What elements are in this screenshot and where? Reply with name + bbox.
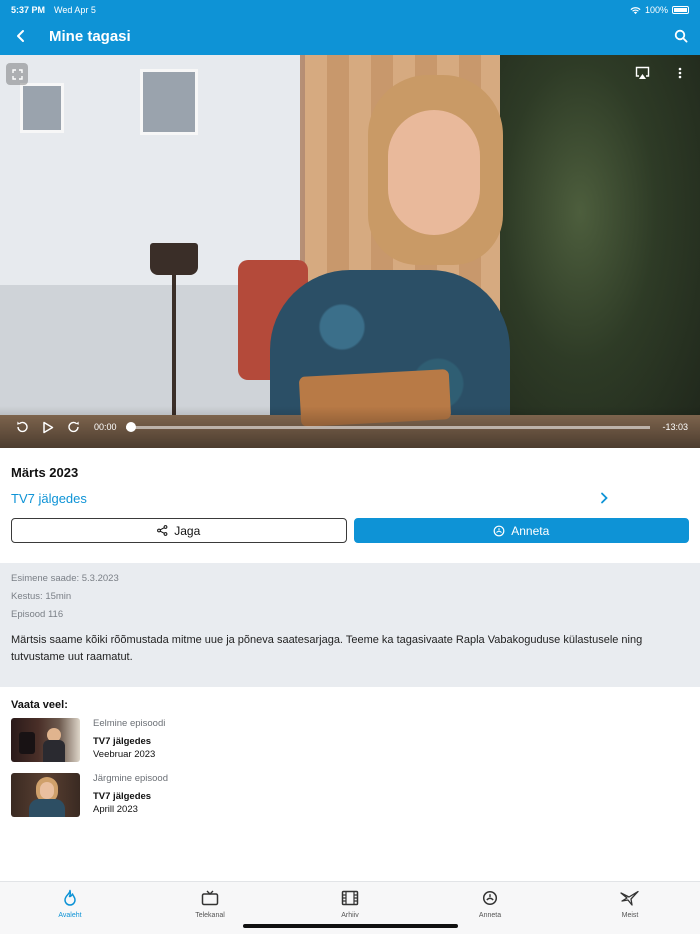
status-time: 5:37 PM <box>11 5 46 15</box>
episode-kind: Järgmine episood <box>93 773 168 784</box>
episode-month: Aprill 2023 <box>93 804 138 815</box>
tab-label: Anneta <box>478 912 502 919</box>
more-vertical-icon <box>678 67 682 79</box>
rewind-button[interactable] <box>12 417 32 437</box>
next-episode[interactable]: Järgmine episood TV7 jälgedes Aprill 202… <box>11 773 411 819</box>
episode-description: Märtsis saame kõiki rõõmustada mitme uue… <box>11 634 643 663</box>
status-right: 100% <box>630 5 689 15</box>
video-frame-face <box>388 110 480 235</box>
app-header: 5:37 PM Wed Apr 5 100% Mine tagasi <box>0 0 700 55</box>
episode-kind: Eelmine episoodi <box>93 718 166 729</box>
airplay-button[interactable] <box>632 63 652 83</box>
tab-avaleht[interactable]: Avaleht <box>0 882 140 934</box>
tab-label: Telekanal <box>195 912 225 919</box>
fullscreen-icon <box>11 68 23 80</box>
action-buttons: Jaga Anneta <box>11 518 689 543</box>
search-icon <box>674 29 688 43</box>
forward-button[interactable] <box>64 417 84 437</box>
donate-icon <box>480 888 500 908</box>
chevron-right-icon <box>597 491 611 505</box>
tab-label: Avaleht <box>58 912 82 919</box>
rewind-icon <box>17 421 28 433</box>
episode-thumbnail <box>11 773 80 817</box>
duration: Kestus: 15min <box>11 591 72 602</box>
search-button[interactable] <box>670 25 692 47</box>
video-frame-window <box>20 83 64 133</box>
tab-label: Meist <box>621 912 639 919</box>
remaining-time: -13:03 <box>662 422 688 432</box>
video-player[interactable]: 00:00 -13:03 <box>0 55 700 448</box>
series-link-row[interactable]: TV7 jälgedes <box>11 488 611 508</box>
home-indicator <box>243 924 458 928</box>
episode-thumbnail <box>11 718 80 762</box>
flame-icon <box>60 888 80 908</box>
video-frame-plants <box>500 55 700 448</box>
forward-icon <box>68 421 79 433</box>
progress-knob[interactable] <box>126 422 136 432</box>
share-label: Jaga <box>174 523 201 538</box>
video-top-controls <box>632 63 690 83</box>
share-icon <box>157 525 168 536</box>
next-episode-text: Järgmine episood TV7 jälgedes Aprill 202… <box>93 773 168 819</box>
series-link[interactable]: TV7 jälgedes <box>11 491 87 506</box>
play-icon <box>43 421 54 433</box>
film-icon <box>340 888 360 908</box>
battery-icon <box>672 6 689 14</box>
current-time: 00:00 <box>94 422 117 432</box>
video-frame-window <box>140 69 198 135</box>
previous-episode-text: Eelmine episoodi TV7 jälgedes Veebruar 2… <box>93 718 165 764</box>
donate-label: Anneta <box>511 523 550 538</box>
wifi-icon <box>630 6 641 14</box>
status-bar: 5:37 PM Wed Apr 5 100% <box>11 4 689 16</box>
fullscreen-button[interactable] <box>6 63 28 85</box>
tab-meist[interactable]: Meist <box>560 882 700 934</box>
share-button[interactable]: Jaga <box>11 518 347 543</box>
episode-title: Märts 2023 <box>11 465 79 480</box>
progress-bar[interactable] <box>126 422 650 432</box>
bird-icon <box>620 888 640 908</box>
episode-series: TV7 jälgedes <box>93 791 152 802</box>
more-options-button[interactable] <box>670 63 690 83</box>
nav-bar: Mine tagasi <box>0 24 700 48</box>
airplay-icon <box>635 66 649 79</box>
play-button[interactable] <box>38 417 58 437</box>
episode-month: Veebruar 2023 <box>93 749 156 760</box>
battery-percent: 100% <box>644 5 668 15</box>
video-frame-lamp <box>150 243 198 275</box>
playback-controls: 00:00 -13:03 <box>0 406 700 448</box>
episode-series: TV7 jälgedes <box>93 736 152 747</box>
chevron-left-icon <box>17 30 24 42</box>
episode-number: Episood 116 <box>11 609 64 620</box>
status-date: Wed Apr 5 <box>54 5 96 15</box>
tab-label: Arhiiv <box>341 912 359 919</box>
donate-button[interactable]: Anneta <box>353 518 689 543</box>
back-button[interactable] <box>10 25 32 47</box>
episode-details: Esimene saade: 5.3.2023 Kestus: 15min Ep… <box>0 563 700 687</box>
donate-icon <box>493 525 505 536</box>
tv-icon <box>200 888 220 908</box>
more-section-title: Vaata veel: <box>11 699 68 711</box>
page-title: Mine tagasi <box>49 27 131 45</box>
previous-episode[interactable]: Eelmine episoodi TV7 jälgedes Veebruar 2… <box>11 718 411 764</box>
first-aired: Esimene saade: 5.3.2023 <box>11 573 119 584</box>
